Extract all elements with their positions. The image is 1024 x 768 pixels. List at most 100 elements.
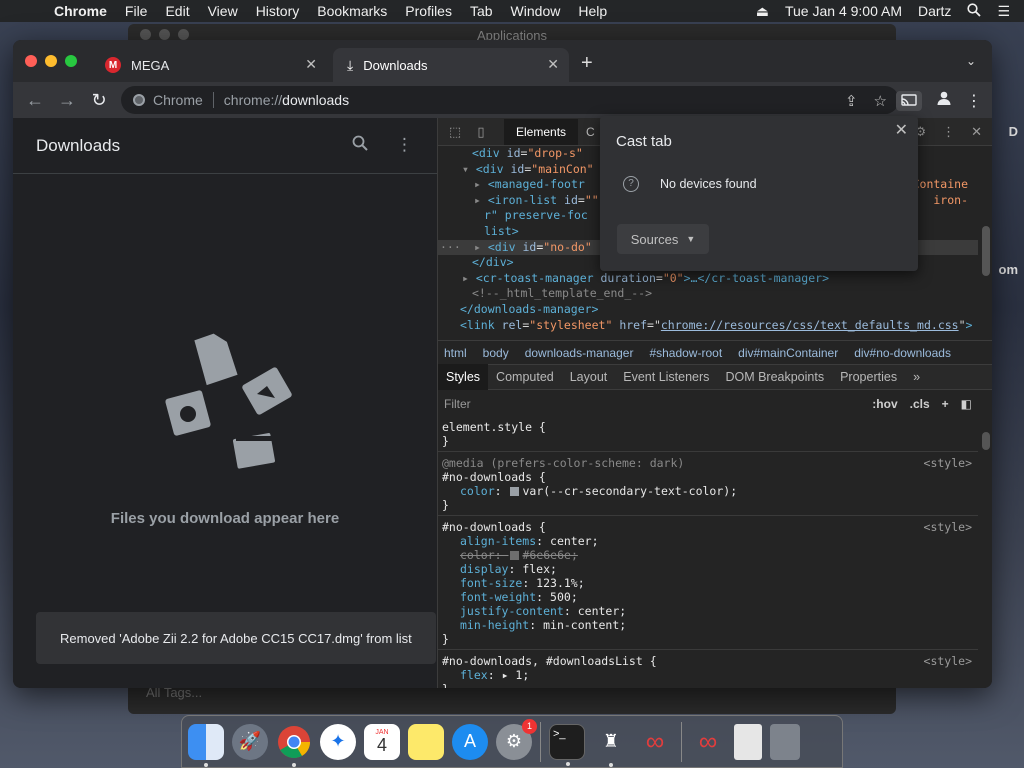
css-property[interactable]: align-items: center; (442, 534, 974, 548)
css-property[interactable]: flex: ▸ 1; (442, 668, 974, 682)
safari-icon[interactable]: ✦ (320, 723, 356, 760)
styles-pane[interactable]: element.style {} <style> @media (prefers-c… (438, 416, 978, 688)
rule-source-link[interactable]: <style> (924, 456, 972, 470)
menu-help[interactable]: Help (578, 3, 607, 19)
toggle-sidebar-icon[interactable]: ◧ (961, 397, 972, 411)
menu-edit[interactable]: Edit (165, 3, 189, 19)
dom-node-line[interactable]: <!--_html_template_end_--> (438, 286, 978, 302)
chrome-icon[interactable] (276, 724, 312, 767)
spotlight-search-icon[interactable] (967, 2, 982, 20)
cls-toggle[interactable]: .cls (910, 397, 930, 411)
css-rule[interactable]: <style> #no-downloads, #downloadsList {fl… (438, 650, 978, 688)
profile-avatar-icon[interactable] (936, 90, 952, 111)
app-store-icon[interactable]: A (452, 723, 488, 760)
help-question-icon[interactable]: ? (623, 176, 639, 192)
breadcrumb-item[interactable]: #shadow-root (649, 346, 722, 360)
elements-scrollbar[interactable] (982, 226, 990, 276)
menu-clock[interactable]: Tue Jan 4 9:00 AM (785, 3, 902, 19)
inspect-element-icon[interactable]: ⬚ (442, 124, 468, 140)
cast-icon[interactable] (896, 90, 922, 111)
tab-event-listeners[interactable]: Event Listeners (615, 370, 717, 384)
close-window-button[interactable] (25, 55, 37, 67)
cast-popup-close-icon[interactable]: ✕ (895, 120, 908, 140)
chess-icon[interactable]: ♜ (593, 724, 629, 767)
rule-source-link[interactable]: <style> (924, 520, 972, 534)
css-property[interactable]: justify-content: center; (442, 604, 974, 618)
tab-console[interactable]: C (578, 125, 595, 139)
css-property[interactable]: font-size: 123.1%; (442, 576, 974, 590)
breadcrumb-item[interactable]: html (444, 346, 467, 360)
css-rule[interactable]: <style> @media (prefers-color-scheme: dar… (438, 452, 978, 516)
color-swatch[interactable] (510, 551, 520, 560)
zoom-window-button[interactable] (65, 55, 77, 67)
menu-app-name[interactable]: Chrome (54, 3, 107, 19)
minimize-window-button[interactable] (45, 55, 57, 67)
css-property[interactable]: min-height: min-content; (442, 618, 974, 632)
tab-layout[interactable]: Layout (562, 370, 616, 384)
tab-computed[interactable]: Computed (488, 370, 562, 384)
rule-source-link[interactable]: <style> (924, 654, 972, 668)
breadcrumb-item[interactable]: div#no-downloads (854, 346, 951, 360)
breadcrumb-item[interactable]: body (483, 346, 509, 360)
search-icon[interactable] (352, 135, 368, 156)
trash-icon[interactable] (770, 723, 800, 760)
menu-bookmarks[interactable]: Bookmarks (317, 3, 387, 19)
tab-close-icon[interactable]: ✕ (547, 56, 559, 73)
menu-user[interactable]: Dartz (918, 3, 951, 19)
bookmark-star-icon[interactable]: ☆ (874, 92, 887, 110)
new-tab-button[interactable]: + (581, 52, 593, 75)
dom-node-line[interactable]: <link rel="stylesheet" href="chrome://re… (438, 318, 978, 334)
menu-profiles[interactable]: Profiles (405, 3, 452, 19)
menu-view[interactable]: View (208, 3, 238, 19)
share-icon[interactable]: ⇪ (845, 92, 858, 110)
launchpad-icon[interactable]: 🚀 (232, 723, 268, 760)
adobe-cc-icon[interactable]: ∞ (690, 724, 726, 760)
more-tabs-chevron-icon[interactable]: » (905, 370, 928, 384)
back-arrow-icon[interactable]: ← (19, 90, 51, 111)
tab-dom-breakpoints[interactable]: DOM Breakpoints (717, 370, 832, 384)
menu-history[interactable]: History (256, 3, 300, 19)
breadcrumb-item[interactable]: downloads-manager (525, 346, 634, 360)
tab-downloads[interactable]: ⤓ Downloads ✕ (333, 48, 569, 82)
hov-toggle[interactable]: :hov (872, 397, 897, 411)
devtools-close-icon[interactable]: ✕ (971, 124, 982, 140)
css-property[interactable]: font-weight: 500; (442, 590, 974, 604)
terminal-icon[interactable]: >_ (549, 723, 585, 766)
tab-search-chevron-icon[interactable]: ⌄ (966, 54, 976, 68)
device-toolbar-icon[interactable]: ▯ (468, 124, 494, 140)
calendar-icon[interactable]: JAN 4 (364, 723, 400, 760)
styles-filter-input[interactable]: Filter (444, 397, 471, 411)
menu-file[interactable]: File (125, 3, 148, 19)
css-property[interactable]: color: #6e6e6e; (442, 548, 974, 562)
chrome-menu-kebab-icon[interactable]: ⋮ (966, 91, 982, 111)
tab-close-icon[interactable]: ✕ (305, 56, 317, 73)
system-preferences-icon[interactable]: ⚙ 1 (496, 718, 537, 760)
tab-properties[interactable]: Properties (832, 370, 905, 384)
menu-tab[interactable]: Tab (470, 3, 493, 19)
css-rule[interactable]: <style> #no-downloads {align-items: cente… (438, 516, 978, 650)
control-center-icon[interactable]: ☰ (997, 3, 1010, 20)
css-property[interactable]: display: flex; (442, 562, 974, 576)
dom-node-line[interactable]: ▸ <cr-toast-manager duration="0">…</cr-t… (438, 271, 978, 287)
file-icon[interactable] (734, 723, 762, 760)
tab-styles[interactable]: Styles (438, 364, 489, 390)
eject-icon[interactable]: ⏏ (756, 3, 769, 20)
breadcrumb-item[interactable]: div#mainContainer (738, 346, 838, 360)
creative-cloud-icon[interactable]: ∞ (637, 724, 673, 760)
site-info-chip[interactable]: Chrome (121, 92, 203, 108)
finder-icon[interactable] (188, 723, 224, 767)
devtools-kebab-icon[interactable]: ⋮ (942, 124, 955, 140)
notes-icon[interactable] (408, 723, 444, 760)
css-property[interactable]: color: var(--cr-secondary-text-color); (442, 484, 974, 498)
menu-window[interactable]: Window (511, 3, 561, 19)
forward-arrow-icon[interactable]: → (51, 90, 83, 111)
dom-node-line[interactable]: </downloads-manager> (438, 302, 978, 318)
reload-icon[interactable]: ↻ (83, 90, 115, 111)
color-swatch[interactable] (510, 487, 520, 496)
styles-scrollbar[interactable] (982, 432, 990, 450)
add-rule-plus-icon[interactable]: + (942, 397, 949, 411)
tab-mega[interactable]: M MEGA ✕ (91, 48, 327, 82)
more-options-kebab-icon[interactable]: ⋮ (396, 135, 413, 156)
tab-elements[interactable]: Elements (504, 118, 579, 145)
css-rule[interactable]: element.style {} (438, 416, 978, 452)
